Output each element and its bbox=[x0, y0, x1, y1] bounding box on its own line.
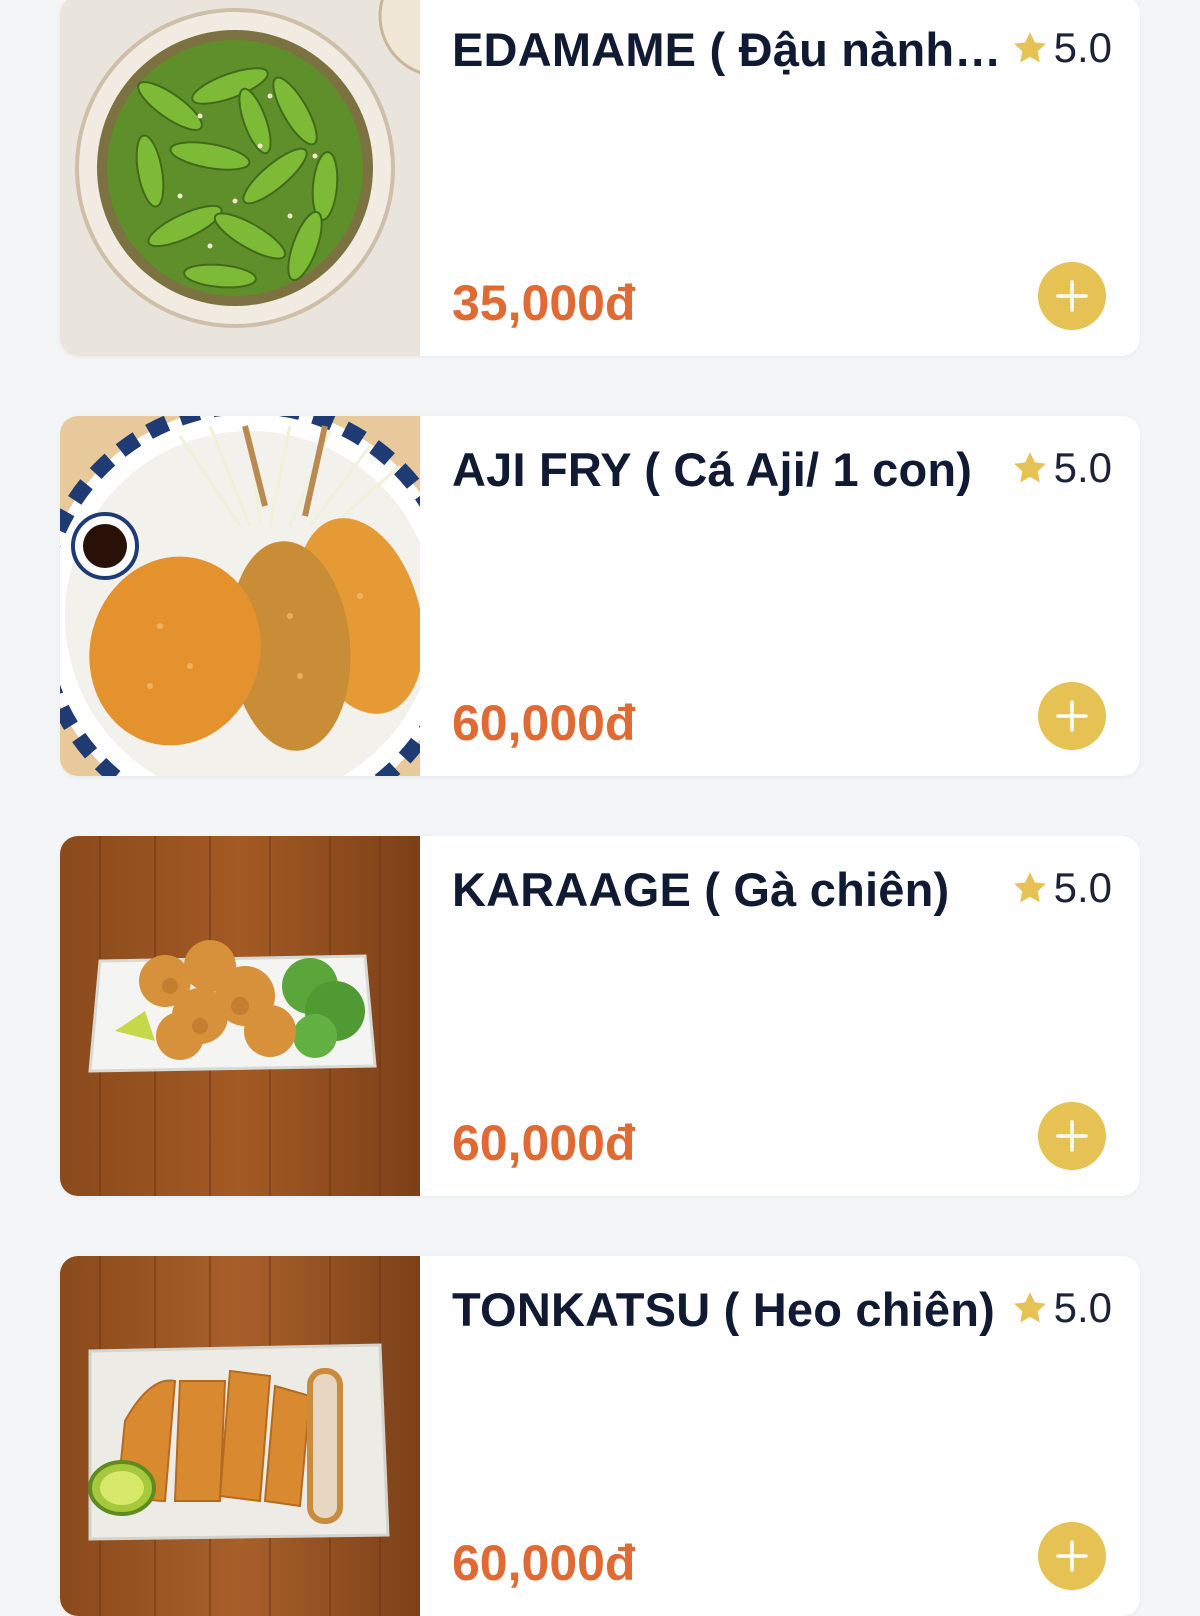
item-rating: 5.0 bbox=[1010, 1282, 1112, 1334]
add-to-cart-button[interactable] bbox=[1038, 682, 1106, 750]
aji-fry-photo[interactable] bbox=[60, 416, 420, 776]
item-name: EDAMAME ( Đậu nành… bbox=[452, 23, 1002, 76]
item-price: 35,000đ bbox=[452, 275, 636, 331]
item-price: 60,000đ bbox=[452, 695, 636, 751]
add-to-cart-button[interactable] bbox=[1038, 1102, 1106, 1170]
item-name: TONKATSU ( Heo chiên) bbox=[452, 1283, 995, 1336]
add-to-cart-button[interactable] bbox=[1038, 1522, 1106, 1590]
karaage-photo[interactable] bbox=[60, 836, 420, 1196]
edamame-photo[interactable] bbox=[60, 0, 420, 356]
rating-value: 5.0 bbox=[1053, 1284, 1112, 1331]
item-rating: 5.0 bbox=[1010, 862, 1112, 914]
rating-value: 5.0 bbox=[1053, 24, 1112, 71]
menu-item-list: EDAMAME ( Đậu nành… 5.0 35,000đ AJI FRY … bbox=[0, 0, 1200, 1616]
menu-item-card[interactable]: EDAMAME ( Đậu nành… 5.0 35,000đ bbox=[60, 0, 1140, 356]
star-icon bbox=[1013, 1292, 1046, 1323]
star-icon bbox=[1013, 872, 1046, 903]
plus-icon bbox=[1056, 1120, 1088, 1152]
plus-icon bbox=[1056, 1540, 1088, 1572]
item-price: 60,000đ bbox=[452, 1115, 636, 1171]
rating-value: 5.0 bbox=[1053, 444, 1112, 491]
menu-item-card[interactable]: AJI FRY ( Cá Aji/ 1 con) 5.0 60,000đ bbox=[60, 416, 1140, 776]
star-icon bbox=[1013, 32, 1046, 63]
menu-item-card[interactable]: TONKATSU ( Heo chiên) 5.0 60,000đ bbox=[60, 1256, 1140, 1616]
item-rating: 5.0 bbox=[1010, 442, 1112, 494]
item-price: 60,000đ bbox=[452, 1535, 636, 1591]
add-to-cart-button[interactable] bbox=[1038, 262, 1106, 330]
item-name: KARAAGE ( Gà chiên) bbox=[452, 863, 950, 916]
menu-item-card[interactable]: KARAAGE ( Gà chiên) 5.0 60,000đ bbox=[60, 836, 1140, 1196]
item-rating: 5.0 bbox=[1010, 22, 1112, 74]
plus-icon bbox=[1056, 280, 1088, 312]
star-icon bbox=[1013, 452, 1046, 483]
item-name: AJI FRY ( Cá Aji/ 1 con) bbox=[452, 443, 973, 496]
plus-icon bbox=[1056, 700, 1088, 732]
rating-value: 5.0 bbox=[1053, 864, 1112, 911]
tonkatsu-photo[interactable] bbox=[60, 1256, 420, 1616]
